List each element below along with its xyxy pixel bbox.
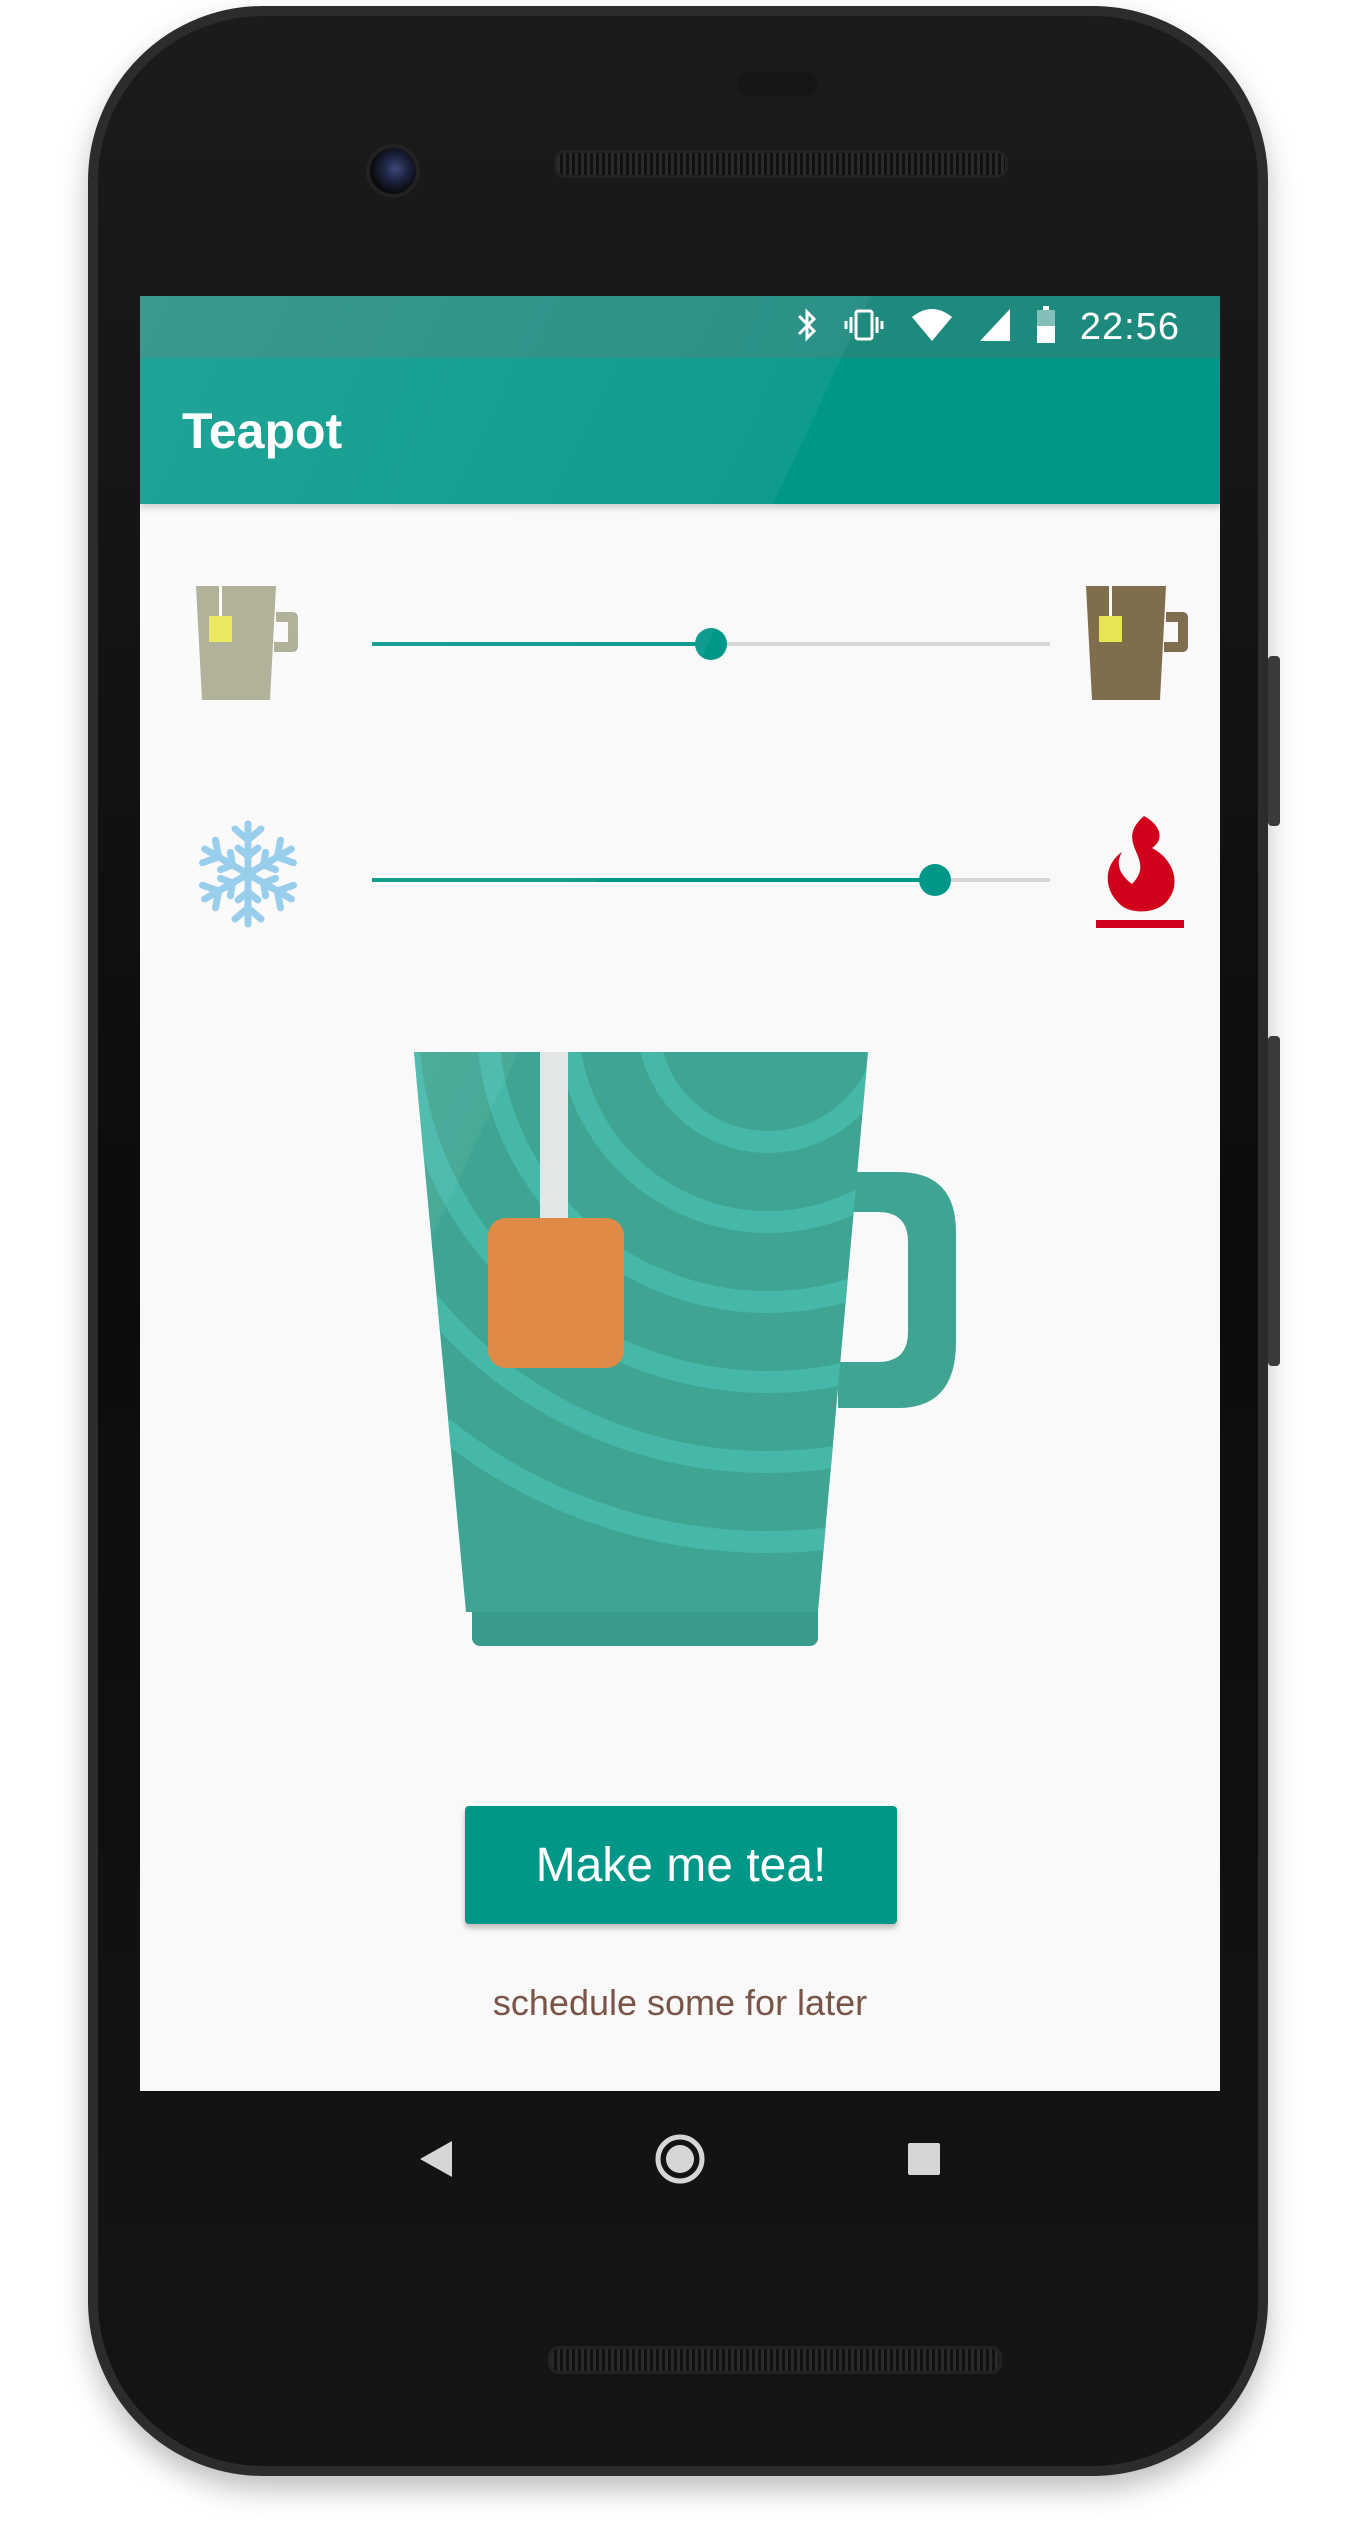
status-time: 22:56 [1079,305,1180,348]
temperature-slider-row [140,816,1220,940]
volume-button [1268,1036,1280,1366]
status-bar: 22:56 [140,296,1220,358]
tea-mug-illustration [408,1052,988,1677]
battery-icon [1036,305,1056,349]
proximity-sensor [738,72,818,96]
bottom-speaker [548,2346,1002,2374]
flame-icon [1092,814,1188,939]
navigation-bar [140,2091,1220,2231]
back-icon[interactable] [418,2139,454,2184]
home-icon[interactable] [654,2133,706,2190]
vibrate-icon [842,307,886,348]
front-camera [366,144,420,198]
strength-slider-fill [372,642,711,646]
strength-slider[interactable] [372,628,1050,660]
weak-tea-mug-icon [192,584,302,709]
make-tea-button[interactable]: Make me tea! [465,1806,897,1924]
app-title: Teapot [182,403,343,459]
wifi-icon [910,307,954,348]
snowflake-icon [192,818,304,935]
app-screen: 22:56 Teapot Make me tea! schedule some … [140,296,1220,2091]
power-button [1268,656,1280,826]
recents-icon[interactable] [906,2141,942,2182]
top-speaker [554,150,1008,178]
strong-tea-mug-icon [1082,584,1192,709]
temperature-slider-fill [372,878,935,882]
cellular-signal-icon [978,307,1012,348]
schedule-link[interactable]: schedule some for later [140,1982,1220,2024]
temperature-slider-thumb[interactable] [918,864,951,896]
bluetooth-icon [796,307,818,348]
strength-slider-row [140,584,1220,704]
strength-slider-thumb[interactable] [695,628,727,660]
temperature-slider[interactable] [372,864,1050,896]
app-bar: Teapot [140,358,1220,504]
